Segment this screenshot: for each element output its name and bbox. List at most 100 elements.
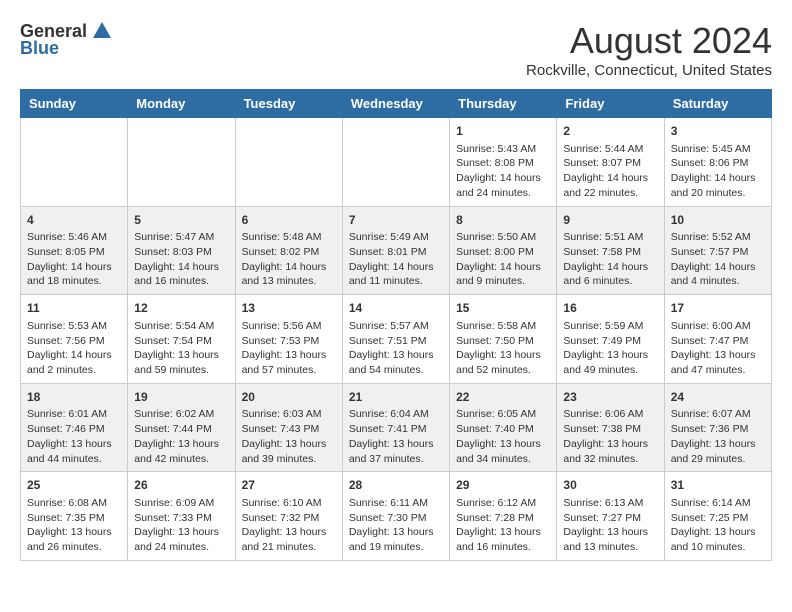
calendar-header-sunday: Sunday [21, 90, 128, 118]
sunrise-text: Sunrise: 5:50 AM [456, 230, 550, 245]
day-number: 14 [349, 300, 443, 317]
daylight-text: Daylight: 13 hours and 37 minutes. [349, 437, 443, 466]
daylight-text: Daylight: 14 hours and 16 minutes. [134, 260, 228, 289]
day-number: 15 [456, 300, 550, 317]
day-number: 24 [671, 389, 765, 406]
sunrise-text: Sunrise: 5:52 AM [671, 230, 765, 245]
daylight-text: Daylight: 13 hours and 21 minutes. [242, 525, 336, 554]
calendar-cell-1-3 [235, 118, 342, 207]
sunset-text: Sunset: 7:36 PM [671, 422, 765, 437]
calendar-cell-1-2 [128, 118, 235, 207]
daylight-text: Daylight: 14 hours and 2 minutes. [27, 348, 121, 377]
sunset-text: Sunset: 8:00 PM [456, 245, 550, 260]
sunset-text: Sunset: 8:03 PM [134, 245, 228, 260]
calendar-cell-2-6: 9Sunrise: 5:51 AMSunset: 7:58 PMDaylight… [557, 206, 664, 295]
sunset-text: Sunset: 7:28 PM [456, 511, 550, 526]
calendar-cell-4-2: 19Sunrise: 6:02 AMSunset: 7:44 PMDayligh… [128, 383, 235, 472]
calendar-cell-4-1: 18Sunrise: 6:01 AMSunset: 7:46 PMDayligh… [21, 383, 128, 472]
daylight-text: Daylight: 13 hours and 59 minutes. [134, 348, 228, 377]
day-number: 12 [134, 300, 228, 317]
calendar-cell-2-5: 8Sunrise: 5:50 AMSunset: 8:00 PMDaylight… [450, 206, 557, 295]
day-number: 7 [349, 212, 443, 229]
day-number: 4 [27, 212, 121, 229]
sunset-text: Sunset: 8:06 PM [671, 156, 765, 171]
calendar-cell-1-7: 3Sunrise: 5:45 AMSunset: 8:06 PMDaylight… [664, 118, 771, 207]
day-number: 13 [242, 300, 336, 317]
sunset-text: Sunset: 7:53 PM [242, 334, 336, 349]
daylight-text: Daylight: 13 hours and 24 minutes. [134, 525, 228, 554]
calendar-header-row: SundayMondayTuesdayWednesdayThursdayFrid… [21, 90, 772, 118]
calendar-week-row-4: 18Sunrise: 6:01 AMSunset: 7:46 PMDayligh… [21, 383, 772, 472]
sunset-text: Sunset: 7:46 PM [27, 422, 121, 437]
sunrise-text: Sunrise: 6:09 AM [134, 496, 228, 511]
title-block: August 2024 Rockville, Connecticut, Unit… [526, 20, 772, 79]
sunrise-text: Sunrise: 5:43 AM [456, 142, 550, 157]
daylight-text: Daylight: 14 hours and 22 minutes. [563, 171, 657, 200]
daylight-text: Daylight: 13 hours and 26 minutes. [27, 525, 121, 554]
daylight-text: Daylight: 13 hours and 54 minutes. [349, 348, 443, 377]
calendar-week-row-1: 1Sunrise: 5:43 AMSunset: 8:08 PMDaylight… [21, 118, 772, 207]
sunrise-text: Sunrise: 5:46 AM [27, 230, 121, 245]
daylight-text: Daylight: 13 hours and 16 minutes. [456, 525, 550, 554]
logo-blue-text: Blue [20, 38, 59, 59]
daylight-text: Daylight: 13 hours and 19 minutes. [349, 525, 443, 554]
calendar-cell-1-5: 1Sunrise: 5:43 AMSunset: 8:08 PMDaylight… [450, 118, 557, 207]
sunset-text: Sunset: 7:51 PM [349, 334, 443, 349]
day-number: 10 [671, 212, 765, 229]
sunrise-text: Sunrise: 5:53 AM [27, 319, 121, 334]
calendar-table: SundayMondayTuesdayWednesdayThursdayFrid… [20, 89, 772, 561]
sunrise-text: Sunrise: 5:47 AM [134, 230, 228, 245]
calendar-cell-4-7: 24Sunrise: 6:07 AMSunset: 7:36 PMDayligh… [664, 383, 771, 472]
calendar-week-row-3: 11Sunrise: 5:53 AMSunset: 7:56 PMDayligh… [21, 295, 772, 384]
sunset-text: Sunset: 7:38 PM [563, 422, 657, 437]
calendar-cell-5-3: 27Sunrise: 6:10 AMSunset: 7:32 PMDayligh… [235, 472, 342, 561]
day-number: 5 [134, 212, 228, 229]
calendar-cell-3-4: 14 Sunrise: 5:57 AMSunset: 7:51 PMDayligh… [342, 295, 449, 384]
sunset-text: Sunset: 7:41 PM [349, 422, 443, 437]
sunset-text: Sunset: 7:54 PM [134, 334, 228, 349]
calendar-cell-4-4: 21Sunrise: 6:04 AMSunset: 7:41 PMDayligh… [342, 383, 449, 472]
day-number: 16 [563, 300, 657, 317]
sunset-text: Sunset: 8:02 PM [242, 245, 336, 260]
calendar-cell-4-3: 20Sunrise: 6:03 AMSunset: 7:43 PMDayligh… [235, 383, 342, 472]
sunrise-text: Sunrise: 5:57 AM [349, 319, 443, 334]
sunset-text: Sunset: 7:32 PM [242, 511, 336, 526]
day-number: 29 [456, 477, 550, 494]
calendar-cell-2-2: 5Sunrise: 5:47 AMSunset: 8:03 PMDaylight… [128, 206, 235, 295]
day-number: 17 [671, 300, 765, 317]
sunset-text: Sunset: 7:33 PM [134, 511, 228, 526]
sunrise-text: Sunrise: 5:51 AM [563, 230, 657, 245]
day-number: 8 [456, 212, 550, 229]
daylight-text: Daylight: 13 hours and 42 minutes. [134, 437, 228, 466]
daylight-text: Daylight: 14 hours and 4 minutes. [671, 260, 765, 289]
calendar-cell-3-3: 13 Sunrise: 5:56 AMSunset: 7:53 PMDayligh… [235, 295, 342, 384]
sunset-text: Sunset: 7:56 PM [27, 334, 121, 349]
daylight-text: Daylight: 13 hours and 57 minutes. [242, 348, 336, 377]
day-number: 2 [563, 123, 657, 140]
logo-icon [91, 20, 113, 42]
calendar-cell-5-2: 26Sunrise: 6:09 AMSunset: 7:33 PMDayligh… [128, 472, 235, 561]
sunset-text: Sunset: 8:07 PM [563, 156, 657, 171]
sunset-text: Sunset: 7:30 PM [349, 511, 443, 526]
calendar-cell-2-4: 7Sunrise: 5:49 AMSunset: 8:01 PMDaylight… [342, 206, 449, 295]
daylight-text: Daylight: 14 hours and 13 minutes. [242, 260, 336, 289]
sunrise-text: Sunrise: 6:07 AM [671, 407, 765, 422]
sunrise-text: Sunrise: 6:00 AM [671, 319, 765, 334]
sunrise-text: Sunrise: 5:56 AM [242, 319, 336, 334]
day-number: 31 [671, 477, 765, 494]
calendar-cell-3-7: 17Sunrise: 6:00 AMSunset: 7:47 PMDayligh… [664, 295, 771, 384]
sunrise-text: Sunrise: 6:02 AM [134, 407, 228, 422]
calendar-cell-5-5: 29 Sunrise: 6:12 AMSunset: 7:28 PMDayligh… [450, 472, 557, 561]
calendar-cell-5-6: 30Sunrise: 6:13 AMSunset: 7:27 PMDayligh… [557, 472, 664, 561]
sunrise-text: Sunrise: 5:45 AM [671, 142, 765, 157]
daylight-text: Daylight: 13 hours and 29 minutes. [671, 437, 765, 466]
calendar-cell-3-2: 12Sunrise: 5:54 AMSunset: 7:54 PMDayligh… [128, 295, 235, 384]
daylight-text: Daylight: 14 hours and 18 minutes. [27, 260, 121, 289]
daylight-text: Daylight: 13 hours and 34 minutes. [456, 437, 550, 466]
calendar-cell-5-1: 25Sunrise: 6:08 AMSunset: 7:35 PMDayligh… [21, 472, 128, 561]
calendar-cell-2-7: 10Sunrise: 5:52 AMSunset: 7:57 PMDayligh… [664, 206, 771, 295]
sunrise-text: Sunrise: 6:06 AM [563, 407, 657, 422]
sunrise-text: Sunrise: 6:10 AM [242, 496, 336, 511]
calendar-cell-4-5: 22Sunrise: 6:05 AMSunset: 7:40 PMDayligh… [450, 383, 557, 472]
sunrise-text: Sunrise: 6:12 AM [456, 496, 550, 511]
